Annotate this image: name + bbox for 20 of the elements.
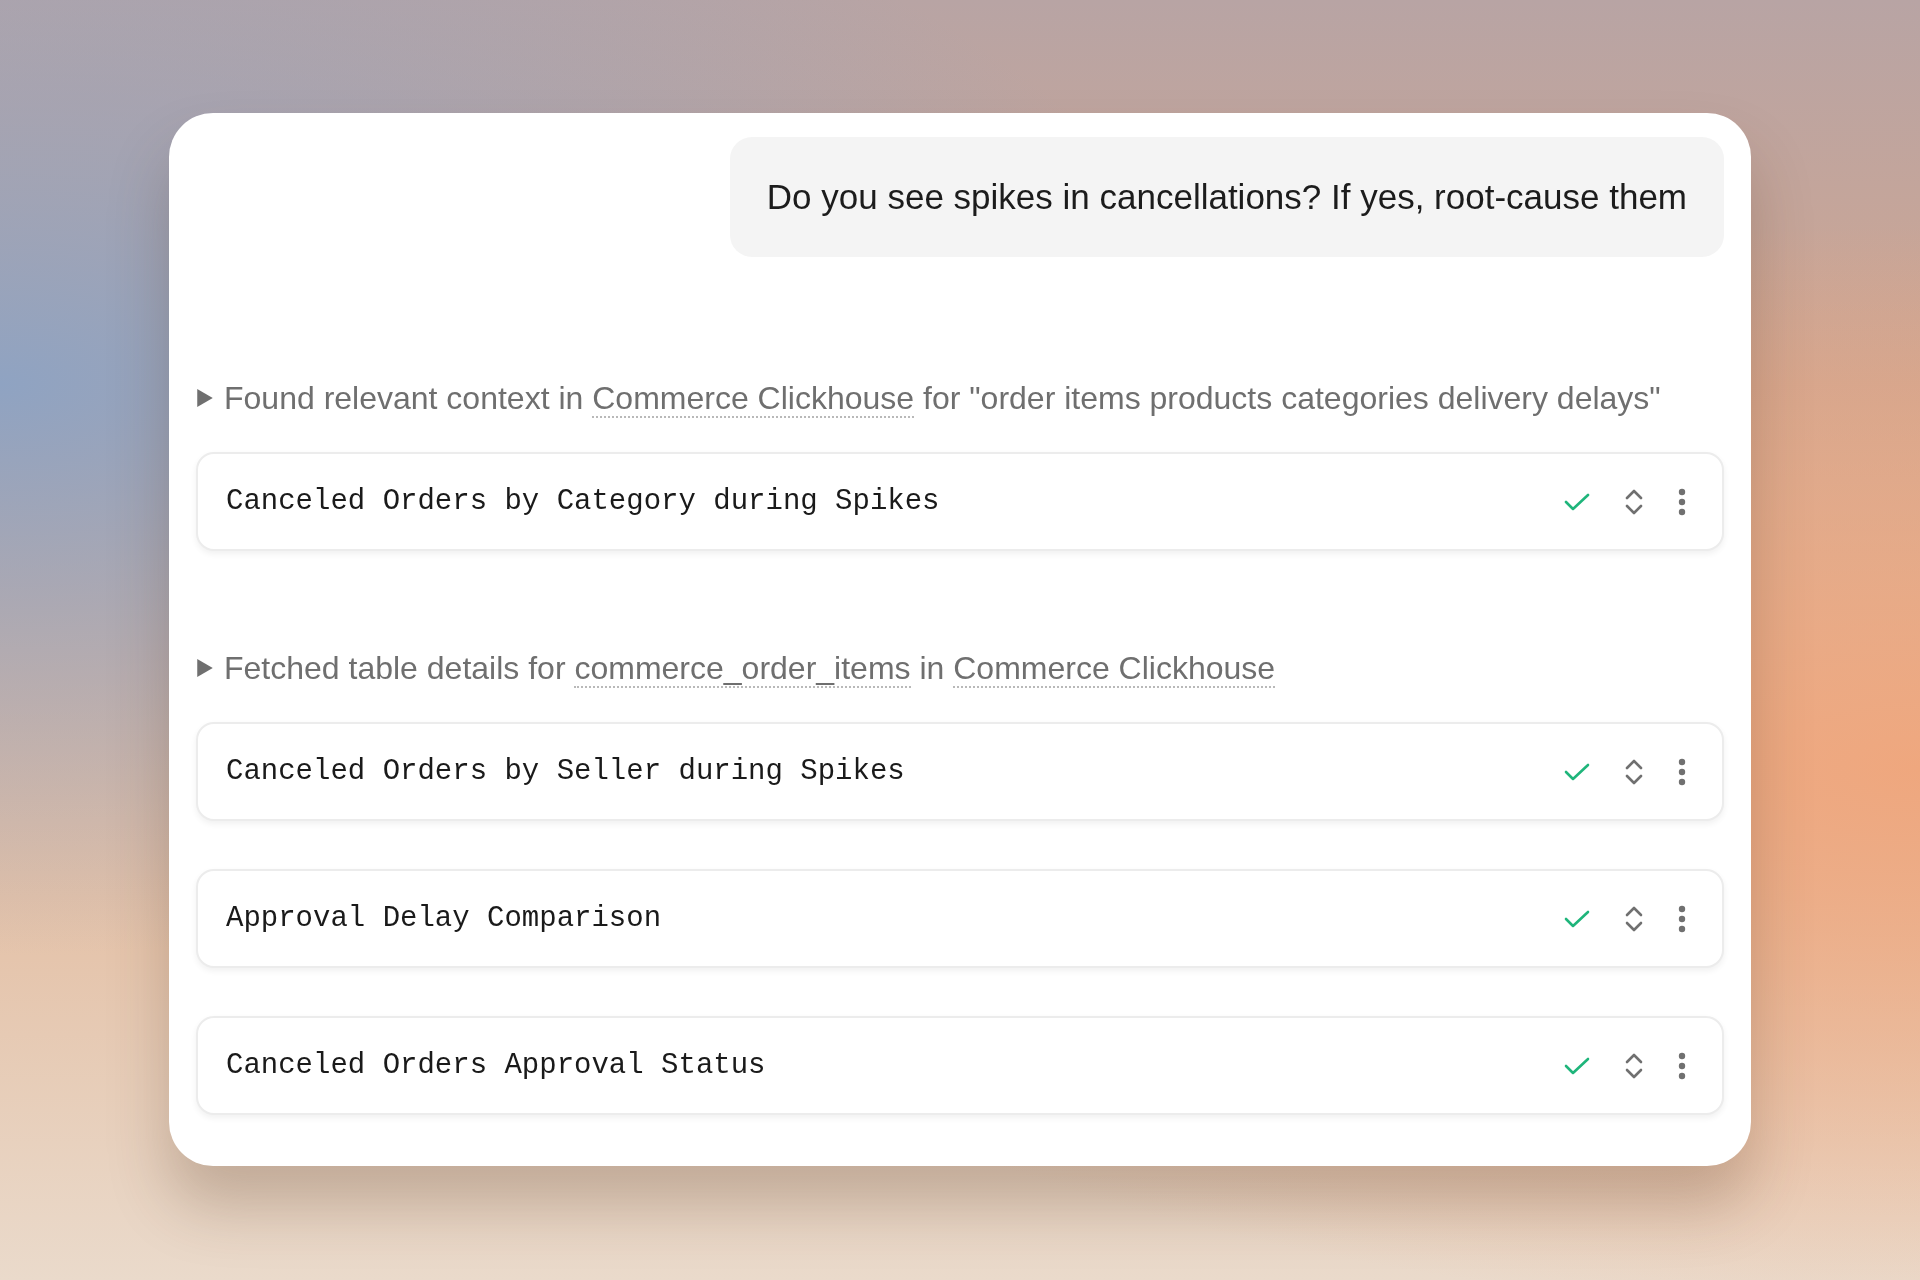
query-card[interactable]: Approval Delay Comparison bbox=[196, 869, 1724, 968]
query-title: Approval Delay Comparison bbox=[226, 902, 662, 935]
more-menu-icon[interactable] bbox=[1678, 487, 1686, 516]
query-title: Canceled Orders by Category during Spikes bbox=[226, 485, 940, 518]
more-menu-icon[interactable] bbox=[1678, 1051, 1686, 1080]
source-link[interactable]: Commerce Clickhouse bbox=[592, 380, 915, 418]
query-card[interactable]: Canceled Orders by Seller during Spikes bbox=[196, 722, 1724, 821]
expand-triangle-icon[interactable] bbox=[196, 388, 214, 408]
user-message: Do you see spikes in cancellations? If yes, root-cause them bbox=[729, 137, 1724, 257]
context-summary: Found relevant context in Commerce Clickhouse for "order items products categories delivery delays" bbox=[224, 379, 1661, 420]
source-link[interactable]: commerce_order_items bbox=[574, 650, 911, 688]
query-card[interactable]: Canceled Orders by Category during Spikes bbox=[196, 452, 1724, 551]
more-menu-icon[interactable] bbox=[1678, 904, 1686, 933]
query-card[interactable]: Canceled Orders Approval Status bbox=[196, 1016, 1724, 1115]
more-menu-icon[interactable] bbox=[1678, 757, 1686, 786]
expand-triangle-icon[interactable] bbox=[196, 658, 214, 678]
source-link[interactable]: Commerce Clickhouse bbox=[953, 650, 1276, 688]
query-title: Canceled Orders Approval Status bbox=[226, 1049, 766, 1082]
context-summary: Fetched table details for commerce_order_items in Commerce Clickhouse bbox=[224, 649, 1276, 690]
query-title: Canceled Orders by Seller during Spikes bbox=[226, 755, 905, 788]
